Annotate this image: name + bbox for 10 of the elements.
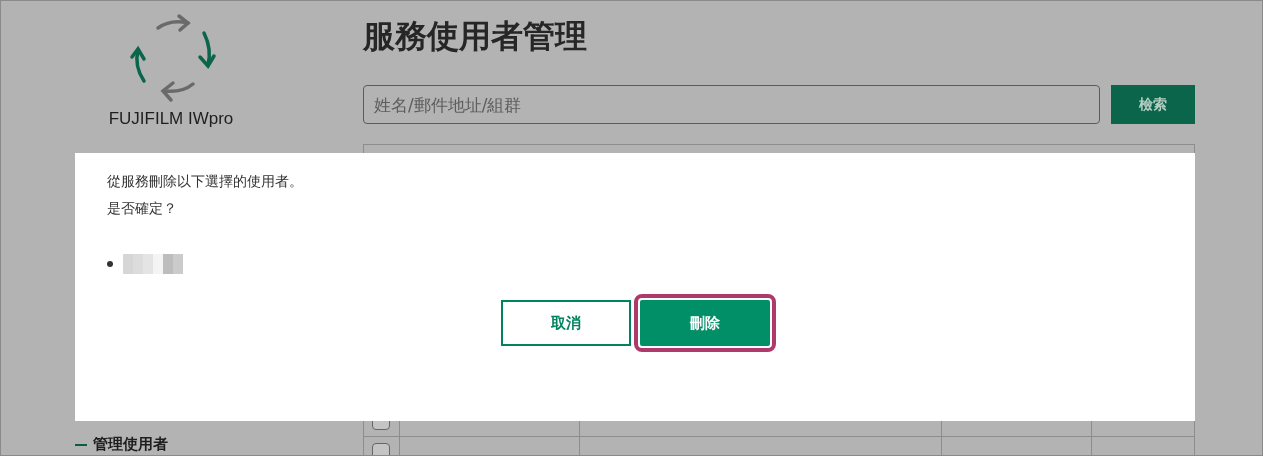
bullet-icon [107, 261, 113, 267]
page-title: 服務使用者管理 [363, 16, 588, 57]
search-field[interactable]: 姓名/郵件地址/組群 [363, 85, 1100, 124]
blurred-name [123, 254, 183, 274]
dialog-message: 從服務刪除以下選擇的使用者。 [107, 173, 304, 191]
cancel-button[interactable]: 取消 [500, 300, 631, 346]
sidebar-item[interactable]: 管理使用者 [75, 435, 168, 454]
dialog-question: 是否確定？ [107, 200, 178, 218]
logo-text: FUJIFILM IWpro [108, 109, 234, 129]
search-button[interactable]: 檢索 [1111, 85, 1195, 124]
